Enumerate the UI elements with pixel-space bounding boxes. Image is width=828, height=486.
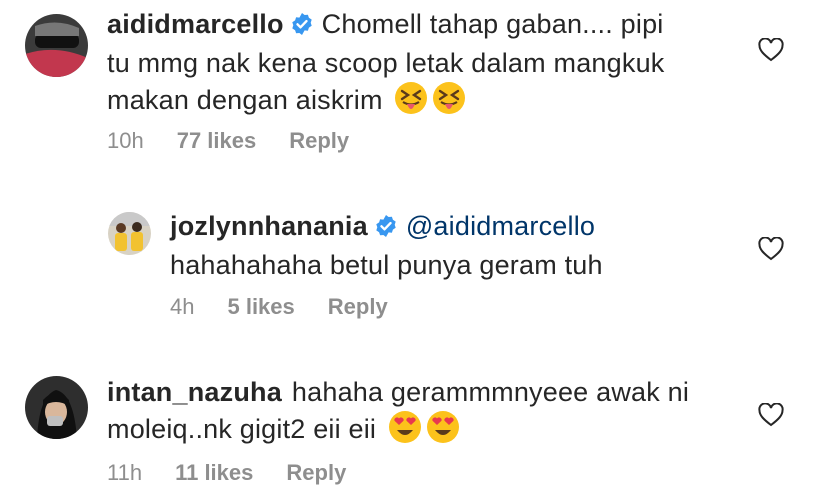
like-heart-icon[interactable] [758,37,784,67]
reply-button[interactable]: Reply [286,460,346,485]
comment-body: jozlynnhanania @aididmarcello hahahahaha … [170,208,750,283]
comment-meta: 4h 5 likes Reply [170,294,421,320]
comment-jozlynnhanania: jozlynnhanania @aididmarcello hahahahaha … [0,200,828,330]
comment-text-line-1: hahahahaha betul punya geram tuh [170,250,603,280]
avatar[interactable] [25,14,88,77]
username[interactable]: aididmarcello [107,9,284,39]
avatar[interactable] [108,212,151,255]
comment-meta: 11h 11 likes Reply [107,460,379,486]
username[interactable]: jozlynnhanania [170,211,368,241]
comment-text-line-2: tu mmg nak kena scoop letak dalam mangku… [107,48,665,78]
heart-eyes-emoji-icon [426,410,460,453]
username[interactable]: intan_nazuha [107,377,282,407]
like-heart-icon[interactable] [758,402,784,432]
likes-count[interactable]: 77 likes [177,128,257,153]
verified-badge-icon [290,9,314,45]
comment-text-line-2: moleiq..nk gigit2 eii eii [107,414,377,444]
comment-body: aididmarcello Chomell tahap gaban.... pip… [107,6,747,124]
comment-aididmarcello: aididmarcello Chomell tahap gaban.... pip… [0,0,828,170]
verified-badge-icon [374,211,398,247]
comment-text-line-3: makan dengan aiskrim [107,85,383,115]
squinting-tongue-emoji-icon [394,81,428,124]
comment-time: 11h [107,460,143,485]
reply-button[interactable]: Reply [328,294,388,319]
mention-link[interactable]: @aididmarcello [406,211,595,241]
comment-intan-nazuha: intan_nazuha hahaha gerammmnyeee awak ni … [0,362,828,485]
reply-button[interactable]: Reply [289,128,349,153]
comment-text-line-1: hahaha gerammmnyeee awak ni [291,377,690,407]
comment-meta: 10h 77 likes Reply [107,128,382,154]
squinting-tongue-emoji-icon [432,81,466,124]
likes-count[interactable]: 5 likes [227,294,294,319]
comment-time: 10h [107,128,144,153]
like-heart-icon[interactable] [758,236,784,266]
comment-time: 4h [170,294,195,319]
comment-text-line-1: Chomell tahap gaban.... pipi [321,9,664,39]
heart-eyes-emoji-icon [388,410,422,453]
avatar[interactable] [25,376,88,439]
comment-body: intan_nazuha hahaha gerammmnyeee awak ni … [107,374,747,453]
likes-count[interactable]: 11 likes [175,460,253,485]
